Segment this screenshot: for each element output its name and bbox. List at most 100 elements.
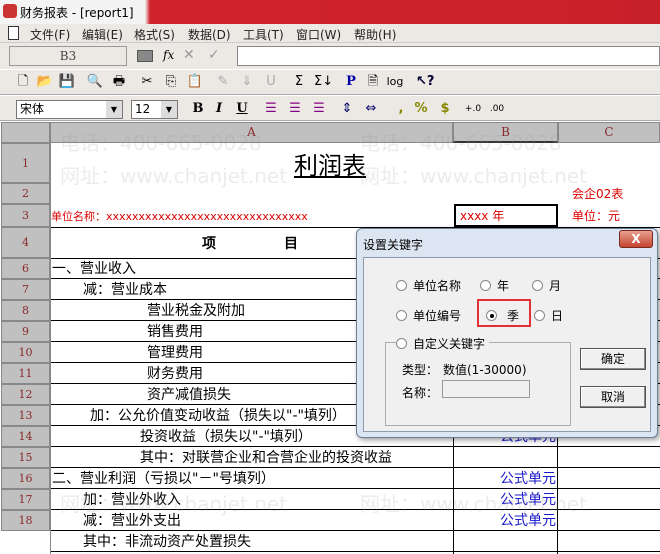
new-icon[interactable]: 🗋: [14, 73, 32, 91]
item-cell[interactable]: 减：营业外支出: [50, 510, 453, 531]
row-header[interactable]: 2: [1, 183, 50, 204]
column-header-c[interactable]: C: [558, 122, 660, 143]
row-height-icon[interactable]: ⇕: [338, 100, 356, 118]
percent-button[interactable]: %: [412, 100, 430, 118]
cell-reference[interactable]: B3: [9, 46, 127, 66]
radio-quarter[interactable]: 季: [486, 307, 519, 324]
decrease-decimal-button[interactable]: .00: [488, 100, 506, 118]
cell-c[interactable]: [558, 468, 660, 489]
menu-help[interactable]: 帮助(H): [354, 26, 396, 43]
column-width-icon[interactable]: ⇔: [362, 100, 380, 118]
menu-data[interactable]: 数据(D): [188, 26, 231, 43]
radio-custom-keyword[interactable]: 自定义关键字: [396, 335, 490, 352]
cell-b3-selected[interactable]: xxxx 年: [454, 204, 558, 227]
save-icon[interactable]: 💾: [58, 73, 76, 91]
radio-unit-name[interactable]: 单位名称: [396, 277, 461, 294]
align-center-icon[interactable]: ☰: [286, 100, 304, 118]
item-cell[interactable]: 其中：非流动资产处置损失: [50, 531, 453, 552]
row-header[interactable]: 6: [1, 258, 50, 279]
row-header[interactable]: 8: [1, 300, 50, 321]
tool-icon[interactable]: 🗎: [364, 73, 382, 91]
cancel-icon[interactable]: ✕: [183, 47, 195, 63]
value-cell[interactable]: [453, 447, 558, 468]
font-select[interactable]: 宋体 ▼: [16, 100, 123, 119]
row-header[interactable]: 18: [1, 510, 50, 531]
row-header[interactable]: 3: [1, 204, 50, 227]
chevron-down-icon[interactable]: ▼: [106, 101, 122, 118]
item-cell[interactable]: 二、营业利润（亏损以"－"号填列）: [50, 468, 453, 489]
item-cell[interactable]: 其中：对联营企业和合营企业的投资收益: [50, 447, 453, 468]
row-header[interactable]: 7: [1, 279, 50, 300]
radio-month[interactable]: 月: [532, 277, 561, 294]
row-header[interactable]: 16: [1, 468, 50, 489]
cell-c[interactable]: [558, 489, 660, 510]
ok-button[interactable]: 确定: [580, 348, 646, 370]
align-left-icon[interactable]: ☰: [262, 100, 280, 118]
format-toolbar: 宋体 ▼ 12 ▼ B I U ☰ ☰ ☰ ⇕ ⇔ , % $ +.0 .00: [0, 95, 660, 121]
radio-unit-code[interactable]: 单位编号: [396, 307, 461, 324]
font-size-select[interactable]: 12 ▼: [131, 100, 178, 119]
currency-button[interactable]: $: [436, 100, 454, 118]
value-cell[interactable]: 公式单元: [453, 510, 558, 531]
row-header[interactable]: 1: [1, 143, 50, 183]
radio-year[interactable]: 年: [480, 277, 509, 294]
log-icon[interactable]: log: [386, 73, 404, 91]
menu-file[interactable]: 文件(F): [30, 26, 70, 43]
cancel-button[interactable]: 取消: [580, 386, 646, 408]
cut-icon[interactable]: ✂: [138, 73, 156, 91]
value-cell[interactable]: [453, 531, 558, 552]
open-icon[interactable]: 📂: [36, 73, 54, 91]
fill-down-icon[interactable]: ⇓: [238, 73, 256, 91]
sum-down-icon[interactable]: Σ↓: [314, 73, 333, 91]
row-header[interactable]: 15: [1, 447, 50, 468]
print-icon[interactable]: 🖶: [110, 73, 128, 91]
chevron-down-icon[interactable]: ▼: [161, 101, 177, 118]
report-title[interactable]: 利润表: [50, 143, 660, 183]
cell-c3[interactable]: 单位：元: [572, 204, 660, 227]
cell-c[interactable]: [558, 531, 660, 552]
formula-input[interactable]: [237, 46, 660, 66]
sum-icon[interactable]: Σ: [290, 73, 308, 91]
row-header[interactable]: 12: [1, 384, 50, 405]
item-cell[interactable]: 加：营业外收入: [50, 489, 453, 510]
row-header[interactable]: 14: [1, 426, 50, 447]
value-cell[interactable]: 公式单元: [453, 489, 558, 510]
row-header[interactable]: 17: [1, 489, 50, 510]
row-header[interactable]: 13: [1, 405, 50, 426]
function-wizard-icon[interactable]: [137, 50, 153, 62]
copy-icon[interactable]: ⎘: [162, 73, 180, 91]
corner-select-all[interactable]: [1, 122, 50, 143]
cell-c2[interactable]: 会企02表: [572, 183, 660, 204]
align-right-icon[interactable]: ☰: [310, 100, 328, 118]
row-header[interactable]: 10: [1, 342, 50, 363]
italic-button[interactable]: I: [210, 100, 228, 118]
name-input[interactable]: [442, 380, 530, 398]
menu-window[interactable]: 窗口(W): [296, 26, 341, 43]
cell-a3[interactable]: 单位名称：xxxxxxxxxxxxxxxxxxxxxxxxxxxxxxx: [51, 204, 451, 227]
menu-format[interactable]: 格式(S): [134, 26, 175, 43]
row-header[interactable]: 9: [1, 321, 50, 342]
value-cell[interactable]: 公式单元: [453, 468, 558, 489]
comma-button[interactable]: ,: [392, 100, 410, 118]
paste-icon[interactable]: 📋: [186, 73, 204, 91]
underline-button[interactable]: U: [233, 100, 251, 118]
row-header[interactable]: 4: [1, 227, 50, 258]
column-header-a[interactable]: A: [50, 122, 453, 143]
help-pointer-icon[interactable]: ↖?: [416, 73, 434, 91]
fill-icon[interactable]: U: [262, 73, 280, 91]
accept-icon[interactable]: ✓: [208, 47, 220, 63]
increase-decimal-button[interactable]: +.0: [464, 100, 482, 118]
bold-button[interactable]: B: [189, 100, 207, 118]
format-painter-icon[interactable]: ✎: [214, 73, 232, 91]
menu-edit[interactable]: 编辑(E): [82, 26, 123, 43]
p-icon[interactable]: P: [342, 73, 360, 91]
radio-day[interactable]: 日: [534, 307, 563, 324]
row-header[interactable]: 11: [1, 363, 50, 384]
cell-c[interactable]: [558, 447, 660, 468]
print-preview-icon[interactable]: 🔍: [86, 73, 104, 91]
menu-tools[interactable]: 工具(T): [243, 26, 284, 43]
close-button[interactable]: X: [619, 230, 653, 248]
fx-button[interactable]: fx: [163, 48, 174, 62]
cell-c[interactable]: [558, 510, 660, 531]
column-header-b[interactable]: B: [453, 122, 558, 143]
